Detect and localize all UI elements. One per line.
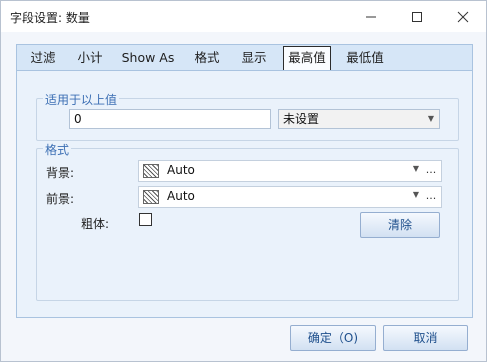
format-legend: 格式 [43, 141, 72, 158]
tab-format[interactable]: 格式 [187, 45, 227, 71]
minimize-button[interactable] [348, 1, 394, 32]
foreground-label: 前景: [46, 192, 75, 206]
chevron-down-icon: ▼ [427, 114, 434, 123]
chevron-down-icon: ▼ [412, 190, 419, 199]
maximize-icon [412, 11, 422, 22]
foreground-color-value: Auto [167, 189, 195, 203]
tab-display[interactable]: 显示 [234, 45, 274, 71]
close-button[interactable] [440, 1, 486, 32]
applies-to-legend: 适用于以上值 [43, 91, 120, 108]
window-title: 字段设置: 数量 [10, 11, 90, 25]
field-settings-dialog: 字段设置: 数量 过滤 小计 Show As 格式 显示 最高值 最低值 适用于… [0, 0, 487, 362]
foreground-color-more-button[interactable]: ... [423, 189, 439, 205]
maximize-button[interactable] [394, 1, 440, 32]
tab-filter[interactable]: 过滤 [22, 45, 64, 71]
chevron-down-icon: ▼ [412, 164, 419, 173]
background-color-value: Auto [167, 163, 195, 177]
background-label: 背景: [46, 166, 75, 180]
color-swatch-icon [143, 190, 159, 204]
close-icon [457, 11, 469, 22]
condition-select[interactable]: 未设置 ▼ [278, 109, 440, 129]
applies-to-group: 适用于以上值 0 未设置 ▼ [36, 91, 459, 141]
tab-maximum[interactable]: 最高值 [283, 46, 331, 70]
tab-subtotal[interactable]: 小计 [70, 45, 110, 71]
clear-button[interactable]: 清除 [360, 212, 440, 238]
bold-label: 粗体: [81, 217, 110, 231]
cancel-button[interactable]: 取消 [383, 325, 468, 351]
tab-strip: 过滤 小计 Show As 格式 显示 最高值 最低值 [16, 44, 473, 70]
tab-minimum[interactable]: 最低值 [341, 45, 389, 71]
condition-select-value: 未设置 [283, 112, 320, 126]
minimize-icon [366, 16, 376, 17]
tab-show-as[interactable]: Show As [116, 45, 180, 71]
bold-checkbox[interactable] [139, 213, 152, 226]
foreground-color-select[interactable]: Auto ▼ ... [138, 186, 442, 208]
title-bar: 字段设置: 数量 [1, 1, 486, 32]
background-color-more-button[interactable]: ... [423, 163, 439, 179]
ok-button[interactable]: 确定（O) [290, 325, 376, 351]
threshold-value-input[interactable]: 0 [69, 109, 271, 129]
color-swatch-icon [143, 164, 159, 178]
format-group: 格式 背景: Auto ▼ ... 前景: Auto ▼ ... 粗体: 清除 [36, 141, 459, 301]
background-color-select[interactable]: Auto ▼ ... [138, 160, 442, 182]
tab-panel: 适用于以上值 0 未设置 ▼ 格式 背景: Auto ▼ ... 前景: Aut… [16, 70, 473, 318]
